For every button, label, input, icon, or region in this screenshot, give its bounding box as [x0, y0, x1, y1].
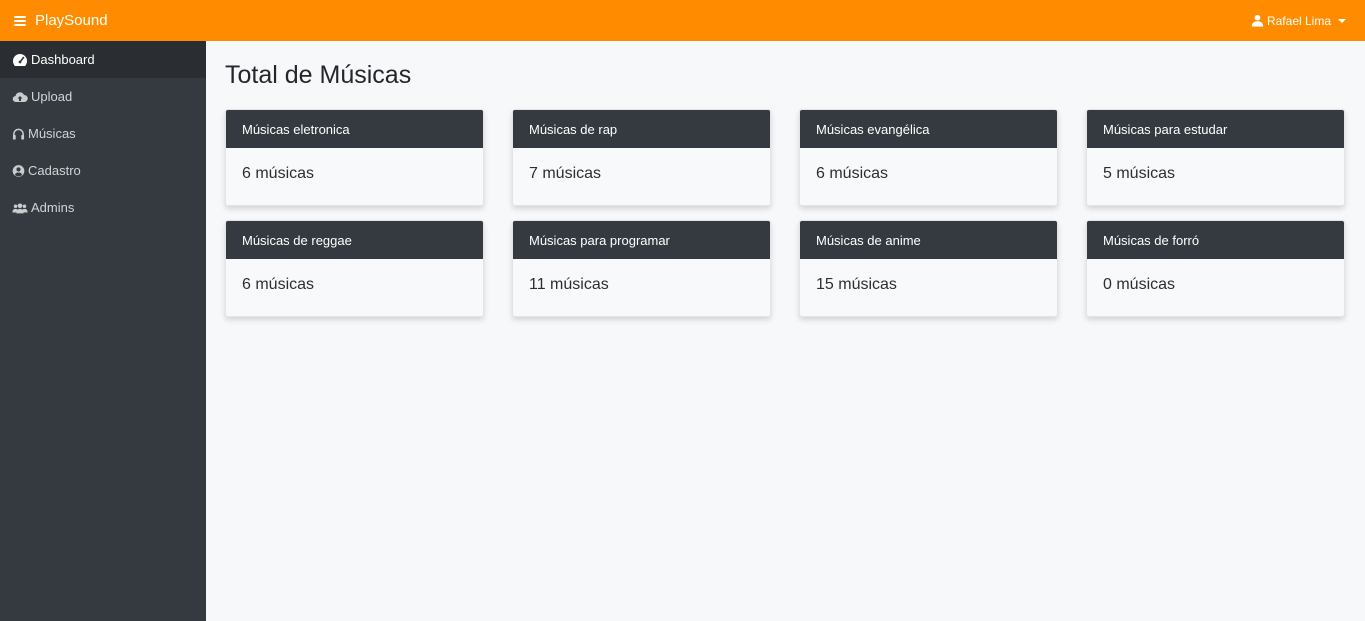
- card-count: 6 músicas: [242, 275, 315, 293]
- sidebar: Dashboard Upload Músicas Cadastro Admins: [0, 41, 206, 621]
- music-category-grid: Músicas eletronica 6 músicas Músicas de …: [225, 109, 1345, 317]
- card-header: Músicas de anime: [800, 221, 1057, 259]
- main-content: Total de Músicas Músicas eletronica 6 mú…: [206, 41, 1365, 621]
- card-count: 6 músicas: [242, 164, 315, 182]
- sidebar-item-upload[interactable]: Upload: [0, 78, 206, 115]
- card-count: 6 músicas: [816, 164, 889, 182]
- card-header: Músicas para estudar: [1087, 110, 1344, 148]
- sidebar-item-musicas[interactable]: Músicas: [0, 115, 206, 152]
- cloud-upload-icon: [12, 91, 28, 102]
- users-icon: [12, 202, 28, 213]
- top-navbar: PlaySound Rafael Lima: [0, 0, 1365, 41]
- card-header: Músicas de reggae: [226, 221, 483, 259]
- sidebar-item-label: Dashboard: [31, 52, 95, 67]
- sidebar-item-label: Músicas: [28, 126, 76, 141]
- hamburger-icon: [13, 15, 26, 26]
- sidebar-item-dashboard[interactable]: Dashboard: [0, 41, 206, 78]
- card-count: 7 músicas: [529, 164, 602, 182]
- category-card: Músicas para estudar 5 músicas: [1086, 109, 1345, 206]
- user-name: Rafael Lima: [1266, 13, 1331, 28]
- card-count: 5 músicas: [1103, 164, 1176, 182]
- card-header: Músicas eletronica: [226, 110, 483, 148]
- category-card: Músicas de anime 15 músicas: [799, 220, 1058, 317]
- category-card: Músicas evangélica 6 músicas: [799, 109, 1058, 206]
- category-card: Músicas de rap 7 músicas: [512, 109, 771, 206]
- sidebar-item-label: Upload: [31, 89, 73, 104]
- card-header: Músicas de forró: [1087, 221, 1344, 259]
- card-count: 15 músicas: [816, 275, 897, 293]
- sidebar-item-cadastro[interactable]: Cadastro: [0, 152, 206, 189]
- user-icon: [1251, 14, 1264, 27]
- dashboard-icon: [12, 53, 28, 66]
- card-count: 0 músicas: [1103, 275, 1176, 293]
- caret-down-icon: [1338, 18, 1346, 23]
- sidebar-item-label: Cadastro: [28, 163, 81, 178]
- user-circle-icon: [12, 164, 25, 177]
- card-header: Músicas de rap: [513, 110, 770, 148]
- sidebar-item-admins[interactable]: Admins: [0, 189, 206, 226]
- card-header: Músicas evangélica: [800, 110, 1057, 148]
- user-menu-dropdown[interactable]: Rafael Lima: [1251, 0, 1346, 41]
- category-card: Músicas de forró 0 músicas: [1086, 220, 1345, 317]
- brand-logo[interactable]: PlaySound: [35, 12, 108, 29]
- menu-toggle-button[interactable]: [0, 0, 35, 41]
- headphones-icon: [12, 128, 25, 140]
- page-title: Total de Músicas: [225, 61, 412, 89]
- card-count: 11 músicas: [529, 275, 609, 293]
- category-card: Músicas eletronica 6 músicas: [225, 109, 484, 206]
- sidebar-item-label: Admins: [31, 200, 75, 215]
- card-header: Músicas para programar: [513, 221, 770, 259]
- category-card: Músicas para programar 11 músicas: [512, 220, 771, 317]
- category-card: Músicas de reggae 6 músicas: [225, 220, 484, 317]
